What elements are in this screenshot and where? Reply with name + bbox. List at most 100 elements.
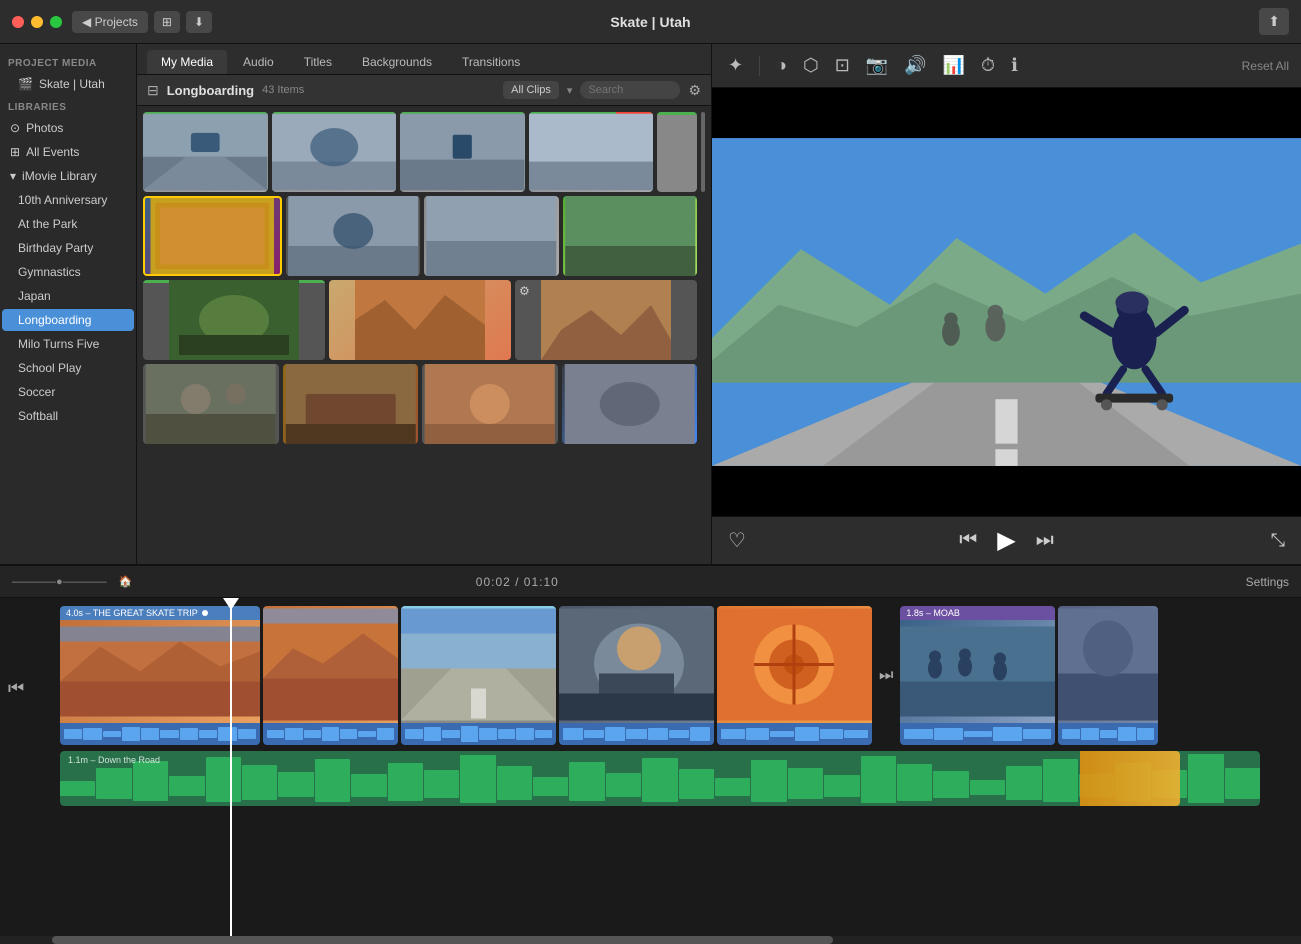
grid-view-icon[interactable]: ⊟ [147, 82, 159, 99]
sidebar-item-project[interactable]: 🎬 Skate | Utah [2, 73, 134, 95]
crop-icon[interactable]: ⊡ [831, 51, 854, 80]
wave-bars-2 [267, 726, 394, 742]
sidebar-item-imovie-library[interactable]: ▾ iMovie Library [2, 165, 134, 187]
maximize-button[interactable] [50, 16, 62, 28]
audio-seg [133, 761, 168, 802]
color-balance-icon[interactable]: ◑ [772, 51, 791, 80]
search-input[interactable] [580, 81, 680, 99]
minimize-button[interactable] [31, 16, 43, 28]
info-icon[interactable]: ℹ [1007, 51, 1022, 80]
clip-thumbnail-9 [563, 196, 698, 276]
sidebar-item-softball[interactable]: Softball [2, 405, 134, 427]
content-pane: My Media Audio Titles Backgrounds Transi… [137, 44, 712, 564]
media-clip-3[interactable] [400, 112, 525, 192]
sidebar-item-gymnastics[interactable]: Gymnastics [2, 261, 134, 283]
audio-seg [788, 768, 823, 800]
tab-transitions[interactable]: Transitions [448, 50, 534, 74]
tab-backgrounds[interactable]: Backgrounds [348, 50, 446, 74]
disclosure-icon: ▾ [10, 169, 16, 183]
media-clip-2[interactable] [272, 112, 397, 192]
media-clip-8[interactable]: ⚙ [424, 196, 559, 276]
birthday-party-label: Birthday Party [18, 241, 93, 255]
library-view-button[interactable]: ⊞ [154, 11, 180, 33]
audio-seg [642, 758, 677, 803]
timeline-clip-2[interactable] [263, 606, 398, 745]
audio-seg [60, 781, 95, 796]
media-clip-9[interactable] [563, 196, 698, 276]
clip-7-thumbnail [1058, 606, 1158, 723]
timeline-tracks[interactable]: ⏮ 4.0s – THE GREAT SKATE TRIP [0, 598, 1301, 936]
audio-seg [533, 777, 568, 796]
sidebar-item-at-the-park[interactable]: At the Park [2, 213, 134, 235]
timeline-clip-4[interactable] [559, 606, 714, 745]
media-clip-1[interactable] [143, 112, 268, 192]
tab-my-media[interactable]: My Media [147, 50, 227, 74]
media-clip-13[interactable]: ⚙ [143, 364, 279, 444]
media-grid-container: 3.9s ⚙ [137, 106, 711, 564]
media-clip-11[interactable] [329, 280, 511, 360]
media-clip-16[interactable] [562, 364, 698, 444]
wave-bar [993, 727, 1022, 741]
media-clip-4[interactable] [529, 112, 654, 192]
timeline-settings-button[interactable]: Settings [1246, 575, 1289, 589]
wave-bar [721, 729, 745, 739]
wave-bars-6 [904, 726, 1051, 742]
timeline-area: ————●———— 🏠 00:02 / 01:10 Settings ⏮ 4.0… [0, 564, 1301, 944]
school-play-label: School Play [18, 361, 81, 375]
zoom-slider[interactable]: ————●———— [12, 576, 107, 588]
titlebar-right: ⬆ [1259, 8, 1289, 35]
color-correction-icon[interactable]: ⬡ [799, 51, 823, 80]
media-clip-6[interactable] [143, 196, 282, 276]
wave-bars-4 [563, 726, 710, 742]
timeline-scrollbar[interactable] [0, 936, 1301, 944]
tab-titles[interactable]: Titles [290, 50, 346, 74]
sidebar-item-longboarding[interactable]: Longboarding [2, 309, 134, 331]
sidebar-item-milo[interactable]: Milo Turns Five [2, 333, 134, 355]
reset-all-button[interactable]: Reset All [1242, 59, 1289, 73]
audio-seg [897, 764, 932, 801]
next-frame-icon[interactable]: ⏭ [1036, 529, 1054, 552]
wave-bars-7 [1062, 726, 1154, 742]
media-clip-12[interactable]: ⚙ [515, 280, 697, 360]
fullscreen-icon[interactable]: ⤡ [1271, 530, 1285, 551]
audio-equalizer-icon[interactable]: 📊 [939, 51, 969, 80]
timeline-clip-6[interactable]: 1.8s – MOAB [900, 606, 1055, 745]
timeline-clip-3[interactable] [401, 606, 556, 745]
photos-label: Photos [26, 121, 63, 135]
settings-icon[interactable]: ⚙ [688, 82, 701, 99]
media-clip-5-partial[interactable] [657, 112, 697, 192]
favorite-icon[interactable]: ♡ [728, 528, 746, 553]
wave-bar [563, 728, 583, 739]
wave-bar [442, 730, 460, 738]
sidebar-item-10th[interactable]: 10th Anniversary [2, 189, 134, 211]
sidebar-item-soccer[interactable]: Soccer [2, 381, 134, 403]
media-clip-15[interactable] [422, 364, 558, 444]
previous-frame-icon[interactable]: ⏮ [959, 529, 977, 552]
play-pause-button[interactable]: ▶ [997, 526, 1015, 555]
media-clip-7[interactable]: 3.9s [286, 196, 421, 276]
wave-bar [1023, 729, 1052, 739]
media-clip-10[interactable] [143, 280, 325, 360]
share-button[interactable]: ⬆ [1259, 8, 1289, 35]
wave-bar [141, 728, 159, 739]
magic-wand-icon[interactable]: ✦ [724, 51, 747, 80]
sidebar-item-japan[interactable]: Japan [2, 285, 134, 307]
sidebar-item-all-events[interactable]: ⊞ All Events [2, 141, 134, 163]
sidebar-item-photos[interactable]: ⊙ Photos [2, 117, 134, 139]
volume-icon[interactable]: 🔊 [900, 51, 930, 80]
tab-audio[interactable]: Audio [229, 50, 288, 74]
clip-thumbnail-4 [529, 112, 654, 192]
speed-icon[interactable]: ⏱ [977, 51, 999, 80]
media-clip-14[interactable] [283, 364, 419, 444]
audio-seg [751, 760, 786, 802]
longboarding-label: Longboarding [18, 313, 91, 327]
close-button[interactable] [12, 16, 24, 28]
stabilization-icon[interactable]: 📷 [862, 51, 892, 80]
timeline-clip-5[interactable] [717, 606, 872, 745]
import-button[interactable]: ⬇ [186, 11, 212, 33]
sidebar-item-school-play[interactable]: School Play [2, 357, 134, 379]
filter-dropdown[interactable]: All Clips [503, 81, 559, 99]
projects-button[interactable]: ◀ Projects [72, 11, 148, 33]
timeline-clip-7[interactable] [1058, 606, 1158, 745]
sidebar-item-birthday[interactable]: Birthday Party [2, 237, 134, 259]
